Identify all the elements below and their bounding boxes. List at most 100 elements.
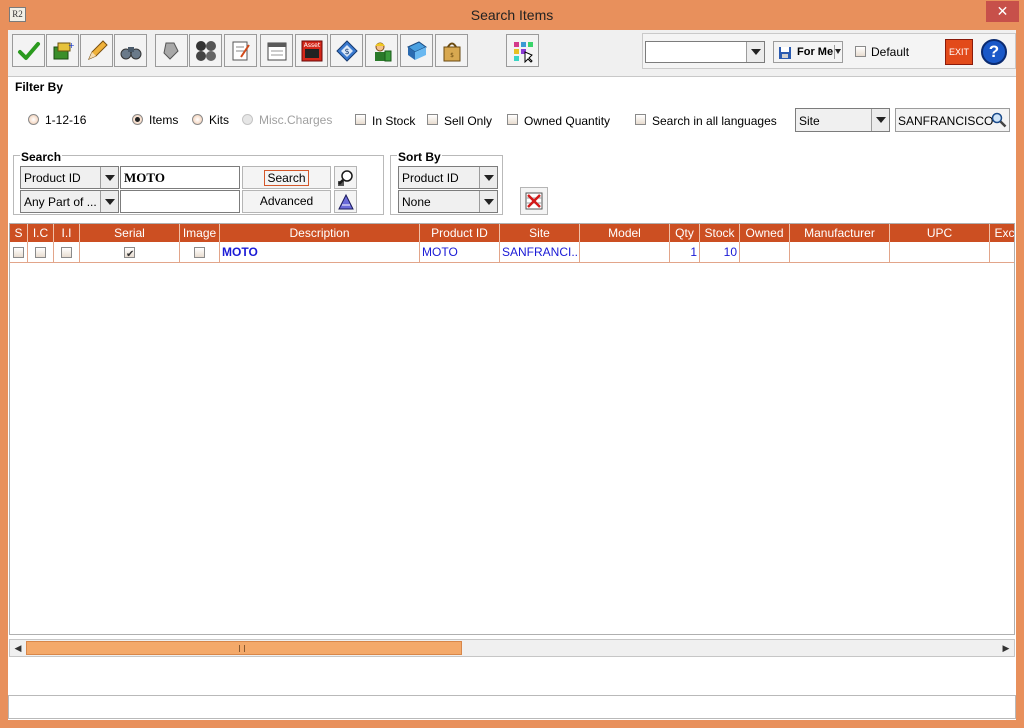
column-header-site[interactable]: Site (500, 224, 580, 242)
in-stock-checkbox[interactable] (355, 114, 366, 125)
row-upc[interactable] (890, 242, 990, 263)
row-site[interactable]: SANFRANCI... (500, 242, 580, 263)
row-description[interactable]: MOTO (220, 242, 420, 263)
row-ic-checkbox[interactable] (35, 247, 46, 259)
column-header-s[interactable]: S (10, 224, 28, 242)
view-select[interactable] (645, 41, 765, 63)
search-input[interactable]: MOTO (120, 166, 240, 189)
book-button[interactable] (400, 34, 433, 67)
worker-button[interactable] (365, 34, 398, 67)
row-ii-checkbox[interactable] (61, 247, 72, 259)
close-button[interactable]: ✕ (986, 1, 1019, 22)
shapes-button[interactable] (155, 34, 188, 67)
sort-secondary-dropdown[interactable] (479, 191, 497, 212)
sort-primary-select[interactable]: Product ID (398, 166, 498, 189)
match-mode-select[interactable]: Any Part of ... (20, 190, 119, 213)
scroll-right-icon[interactable]: ▶ (998, 640, 1014, 656)
clear-sort-button[interactable] (520, 187, 548, 215)
find-button[interactable] (114, 34, 147, 67)
detail-search-button[interactable] (334, 166, 357, 189)
row-owned[interactable] (740, 242, 790, 263)
sort-primary-dropdown[interactable] (479, 167, 497, 188)
notepad-button[interactable] (224, 34, 257, 67)
kits-radio[interactable] (192, 114, 203, 125)
for-me-dropdown[interactable] (834, 45, 841, 59)
column-header-qty[interactable]: Qty (670, 224, 700, 242)
column-header-stock[interactable]: Stock (700, 224, 740, 242)
grid-select-button[interactable] (506, 34, 539, 67)
row-ii-cell[interactable] (54, 242, 80, 263)
for-me-button[interactable]: For Me (773, 41, 843, 63)
advanced-button[interactable]: Advanced (242, 190, 331, 213)
shopping-bag-button[interactable]: $ (435, 34, 468, 67)
column-header-description[interactable]: Description (220, 224, 420, 242)
row-stock[interactable]: 10 (700, 242, 740, 263)
row-manufacturer[interactable] (790, 242, 890, 263)
match-mode-dropdown[interactable] (100, 191, 118, 212)
help-button[interactable]: ? (981, 39, 1007, 65)
column-header-owned[interactable]: Owned (740, 224, 790, 242)
in-stock-label: In Stock (372, 114, 416, 128)
owned-quantity-checkbox[interactable] (507, 114, 518, 125)
search-field-select[interactable]: Product ID (20, 166, 119, 189)
column-header-model[interactable]: Model (580, 224, 670, 242)
row-image-cell[interactable] (180, 242, 220, 263)
exit-button[interactable]: EXIT (945, 39, 973, 65)
horizontal-scrollbar[interactable]: ◀ ▶ (9, 639, 1015, 657)
search-button[interactable]: Search (242, 166, 331, 189)
column-header-exc[interactable]: Exc (990, 224, 1014, 242)
second-search-input[interactable] (120, 190, 240, 213)
advanced-search-icon (337, 193, 354, 210)
row-image-checkbox[interactable] (194, 247, 205, 259)
column-header-image[interactable]: Image (180, 224, 220, 242)
site-field-select[interactable]: Site (795, 108, 890, 132)
row-product-id[interactable]: MOTO (420, 242, 500, 263)
title-bar: R2 Search Items ✕ (0, 0, 1024, 30)
column-header-ii[interactable]: I.I (54, 224, 80, 242)
row-select-checkbox[interactable] (13, 247, 24, 259)
group-button[interactable] (189, 34, 222, 67)
scroll-thumb[interactable] (26, 641, 462, 655)
sort-secondary-select[interactable]: None (398, 190, 498, 213)
for-me-label: For Me (797, 46, 834, 58)
items-label: Items (149, 113, 179, 127)
site-search-box[interactable]: SANFRANCISCO (895, 108, 1010, 132)
column-header-serial[interactable]: Serial (80, 224, 180, 242)
all-languages-checkbox[interactable] (635, 114, 646, 125)
site-field-value: Site (799, 114, 820, 128)
row-serial-cell[interactable] (80, 242, 180, 263)
book-icon (406, 40, 427, 60)
view-select-dropdown[interactable] (746, 42, 764, 62)
new-item-button[interactable]: + (46, 34, 79, 67)
edit-button[interactable] (80, 34, 113, 67)
row-select-cell[interactable] (10, 242, 28, 263)
asset-button[interactable]: Asset (295, 34, 328, 67)
column-header-ic[interactable]: I.C (28, 224, 54, 242)
price-tag-button[interactable]: $ (330, 34, 363, 67)
row-exc[interactable] (990, 242, 1014, 263)
row-qty[interactable]: 1 (670, 242, 700, 263)
row-ic-cell[interactable] (28, 242, 54, 263)
advanced-search-icon-button[interactable] (334, 190, 357, 213)
accept-button[interactable] (12, 34, 45, 67)
owned-quantity-label: Owned Quantity (524, 114, 611, 128)
site-value: SANFRANCISCO (898, 114, 994, 128)
binoculars-icon (120, 46, 141, 59)
sell-only-checkbox[interactable] (427, 114, 438, 125)
column-header-product-id[interactable]: Product ID (420, 224, 500, 242)
scroll-left-icon[interactable]: ◀ (10, 640, 26, 656)
row-serial-checkbox[interactable] (124, 245, 135, 262)
table-row[interactable]: MOTO MOTO SANFRANCI... 1 10 (10, 242, 1014, 263)
filter-title: Filter By (15, 80, 64, 94)
column-header-manufacturer[interactable]: Manufacturer (790, 224, 890, 242)
search-field-dropdown[interactable] (100, 167, 118, 188)
asset-icon: Asset (301, 40, 322, 61)
site-field-dropdown[interactable] (871, 109, 889, 131)
column-header-upc[interactable]: UPC (890, 224, 990, 242)
group-icon (195, 40, 216, 61)
calendar-button[interactable] (260, 34, 293, 67)
items-radio[interactable] (132, 114, 143, 125)
row-model[interactable] (580, 242, 670, 263)
date-radio[interactable] (28, 114, 39, 125)
default-checkbox[interactable] (855, 46, 866, 57)
